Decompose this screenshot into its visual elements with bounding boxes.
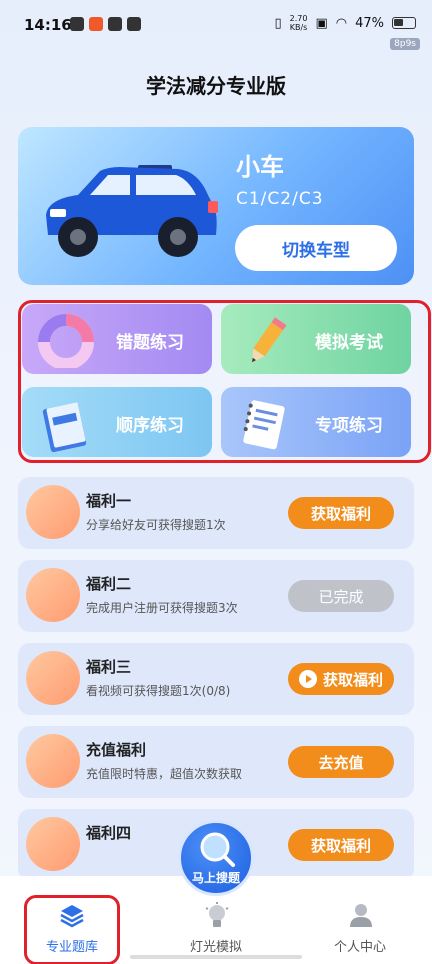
benefit-description: 充值限时特惠，超值次数获取 (86, 767, 243, 781)
battery-percent: 47% (355, 15, 384, 31)
page-title: 学法减分专业版 (146, 74, 286, 98)
completed-button[interactable]: 已完成 (288, 580, 394, 612)
practice-highlight-box (18, 300, 431, 463)
benefit-title: 福利一 (86, 492, 132, 510)
gift-icon (26, 817, 80, 871)
get-benefit-button[interactable]: 获取福利 (288, 829, 394, 861)
license-classes: C1/C2/C3 (236, 189, 324, 209)
benefit-title: 福利三 (86, 658, 132, 676)
benefit-card: 福利三 看视频可获得搜题1次(0/8) 获取福利 (18, 643, 414, 715)
vibrate-icon: ▯ (274, 15, 282, 31)
status-time: 14:16 (24, 16, 72, 34)
network-speed-value: 2.70 (289, 14, 308, 23)
play-icon (298, 670, 317, 688)
benefit-description: 分享给好友可获得搜题1次 (86, 518, 226, 532)
home-indicator (130, 955, 302, 959)
share-icon (26, 485, 80, 539)
benefit-title: 福利四 (86, 824, 132, 842)
notification-icons (70, 17, 141, 31)
benefit-description: 完成用户注册可获得搜题3次 (86, 601, 238, 615)
benefit-card: 充值福利 充值限时特惠，超值次数获取 去充值 (18, 726, 414, 798)
vehicle-type-name: 小车 (236, 153, 284, 181)
phone-coin-icon (26, 568, 80, 622)
app-notification-icon (89, 17, 103, 31)
benefit-card: 福利二 完成用户注册可获得搜题3次 已完成 (18, 560, 414, 632)
dollar-coin-icon (26, 734, 80, 788)
benefit-title: 福利二 (86, 575, 132, 593)
system-status: ▯ 2.70 KB/s ▣ ◠ 47% (274, 14, 416, 32)
nav-item-personal-center[interactable]: 个人中心 (288, 876, 432, 964)
button-label: 获取福利 (322, 670, 383, 689)
app-notification-icon (127, 17, 141, 31)
nav-highlight-box (24, 895, 120, 964)
network-speed-unit: KB/s (289, 23, 308, 32)
car-icon (46, 165, 218, 257)
quick-search-button[interactable]: 马上搜题 (178, 820, 254, 896)
recharge-button[interactable]: 去充值 (288, 746, 394, 778)
nav-label: 个人中心 (333, 940, 386, 955)
watch-video-benefit-button[interactable]: 获取福利 (288, 663, 394, 695)
status-bar: 14:16 ▯ 2.70 KB/s ▣ ◠ 47% 8p9s (0, 0, 432, 50)
battery-icon (392, 17, 416, 29)
app-notification-icon (70, 17, 84, 31)
vehicle-card: 小车 C1/C2/C3 切换车型 (18, 127, 414, 285)
benefit-title: 充值福利 (86, 741, 147, 759)
benefit-card: 福利一 分享给好友可获得搜题1次 获取福利 (18, 477, 414, 549)
get-benefit-button[interactable]: 获取福利 (288, 497, 394, 529)
lightbulb-icon (205, 902, 229, 927)
magnifier-icon (200, 832, 235, 867)
wifi-icon: ◠ (335, 15, 348, 31)
switch-vehicle-button[interactable]: 切换车型 (235, 225, 397, 271)
benefit-description: 看视频可获得搜题1次(0/8) (86, 684, 231, 698)
sim-icon: ▣ (315, 15, 328, 31)
user-icon (350, 904, 372, 927)
nav-label: 灯光模拟 (189, 940, 242, 955)
mail-icon (108, 17, 122, 31)
quick-search-label: 马上搜题 (191, 871, 240, 885)
network-speed: 2.70 KB/s (290, 14, 308, 32)
video-icon (26, 651, 80, 705)
corner-tag: 8p9s (390, 38, 420, 50)
